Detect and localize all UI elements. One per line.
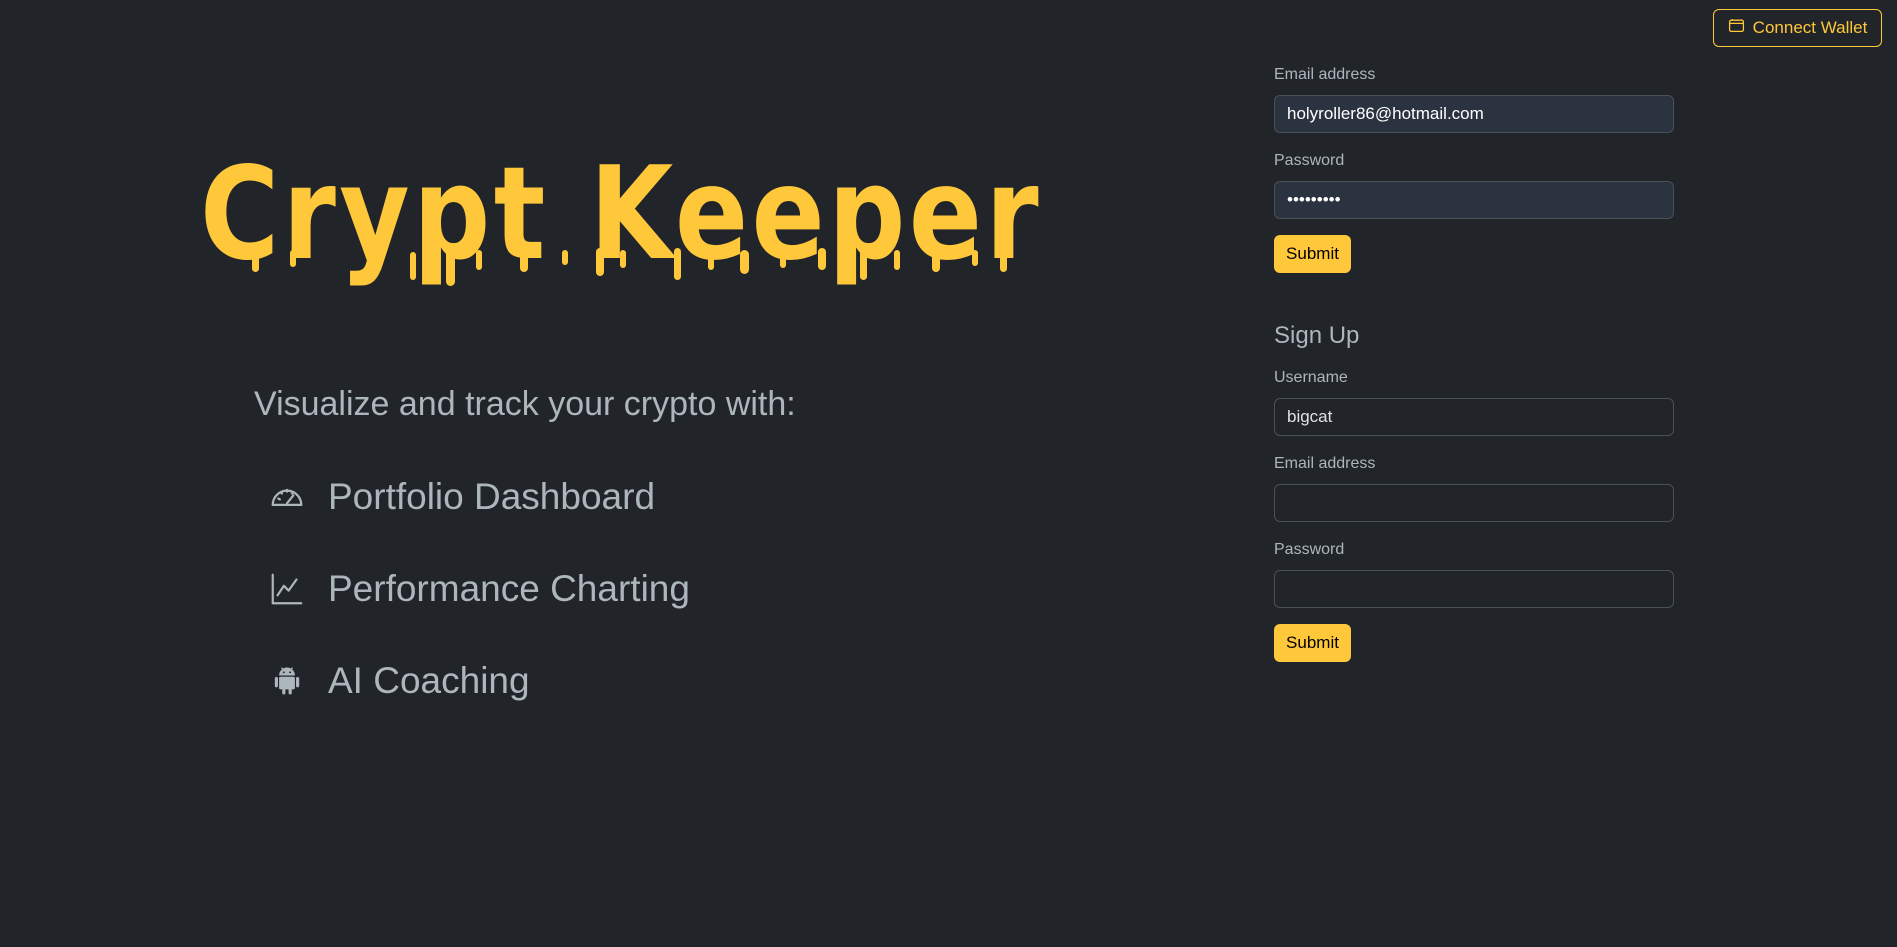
line-chart-icon	[268, 570, 306, 608]
feature-label: Portfolio Dashboard	[328, 476, 656, 517]
signup-email-field[interactable]	[1274, 484, 1674, 522]
signup-password-field[interactable]	[1274, 570, 1674, 608]
login-submit-button[interactable]: Submit	[1274, 235, 1351, 273]
login-password-field[interactable]: •••••••••	[1274, 181, 1674, 219]
login-password-label: Password	[1274, 152, 1345, 169]
android-icon	[268, 662, 306, 700]
feature-ai-coaching: AI Coaching	[268, 660, 530, 702]
crypt-keeper-logo: Crypt Keeper	[200, 150, 1042, 289]
signup-title: Sign Up	[1274, 322, 1360, 349]
connect-wallet-label: Connect Wallet	[1752, 18, 1868, 37]
feature-performance-charting: Performance Charting	[268, 568, 690, 610]
signup-username-label: Username	[1274, 369, 1348, 386]
connect-wallet-button[interactable]: Connect Wallet	[1713, 9, 1882, 47]
signup-username-field[interactable]: bigcat	[1274, 398, 1674, 436]
page: Connect Wallet Crypt Keeper Visualize an…	[0, 0, 1897, 947]
signup-password-label: Password	[1274, 541, 1345, 558]
signup-submit-button[interactable]: Submit	[1274, 624, 1351, 662]
wallet-icon	[1728, 17, 1745, 39]
login-email-label: Email address	[1274, 66, 1376, 83]
signup-email-label: Email address	[1274, 455, 1376, 472]
feature-label: Performance Charting	[328, 568, 690, 609]
feature-label: AI Coaching	[328, 660, 530, 701]
feature-portfolio-dashboard: Portfolio Dashboard	[268, 476, 655, 518]
login-email-field[interactable]: holyroller86@hotmail.com	[1274, 95, 1674, 133]
tagline: Visualize and track your crypto with:	[254, 385, 796, 423]
logo-text: Crypt Keeper	[200, 150, 1042, 289]
speedometer-icon	[268, 478, 306, 516]
